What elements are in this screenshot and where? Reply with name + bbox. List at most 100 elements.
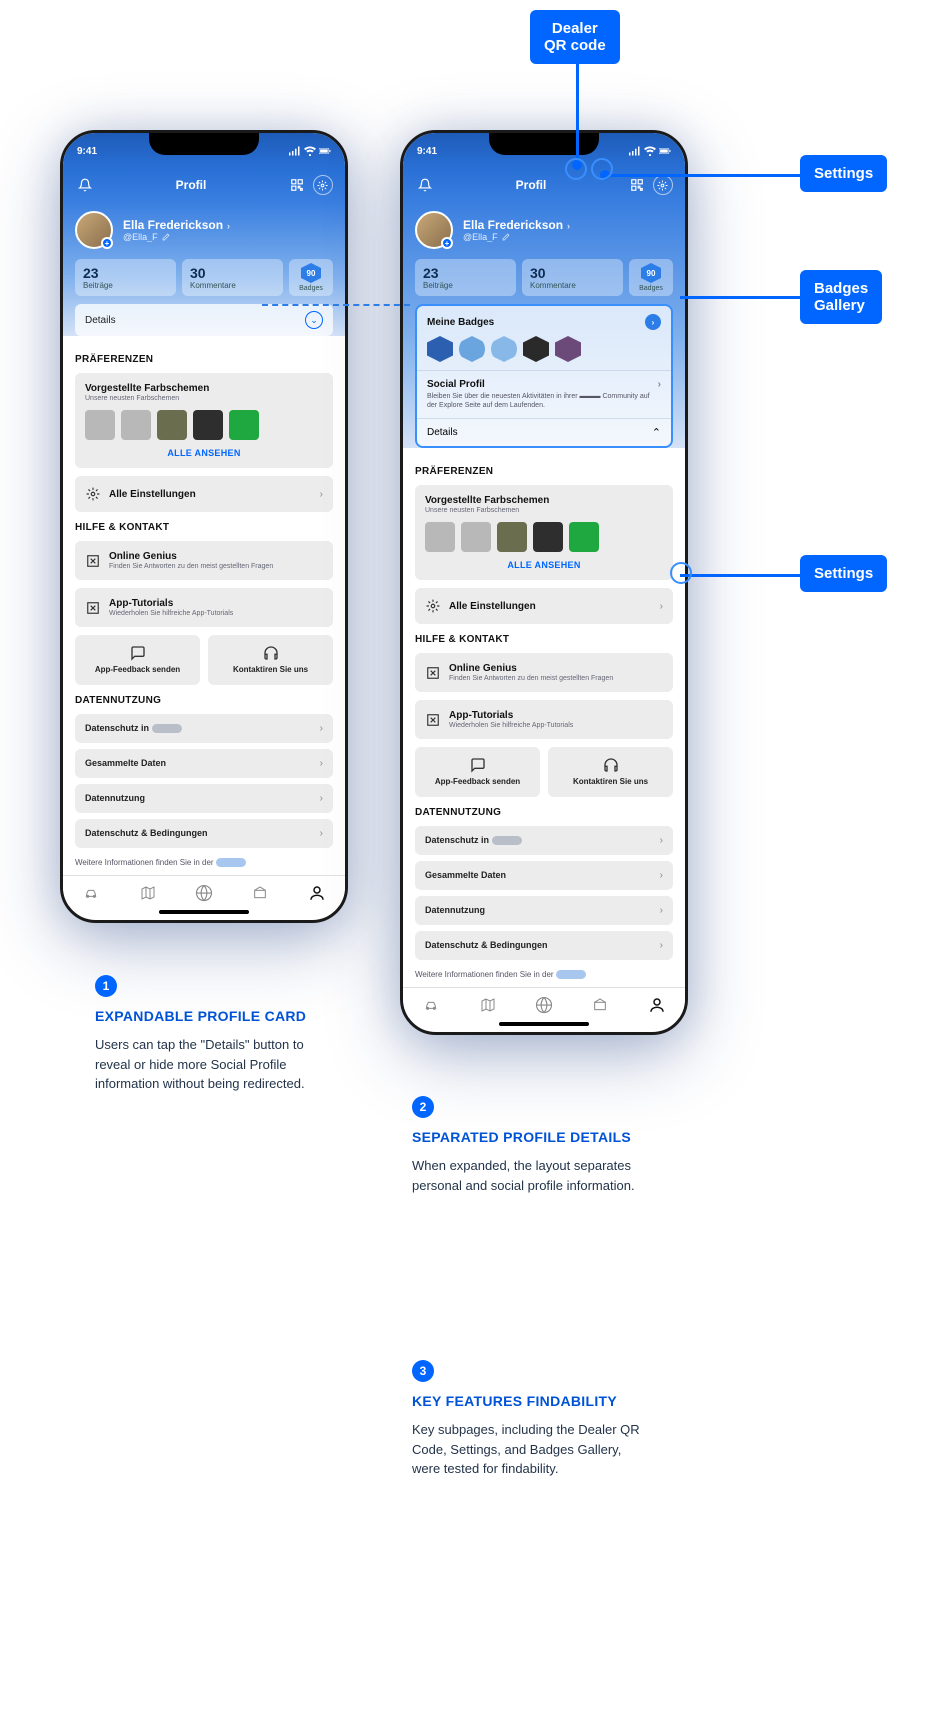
data-row[interactable]: Datenschutz in ›: [75, 714, 333, 743]
avatar-add-icon[interactable]: +: [441, 237, 453, 249]
stat-badges-lbl: Badges: [299, 285, 323, 292]
data-row[interactable]: Datenschutz & Bedingungen›: [75, 819, 333, 848]
tab-globe-icon[interactable]: [533, 996, 555, 1014]
swatch[interactable]: [461, 522, 491, 552]
chat-icon: [470, 757, 486, 773]
profile-name[interactable]: Ella Frederickson›: [463, 218, 570, 232]
bell-icon[interactable]: [75, 175, 95, 195]
profile-row[interactable]: + Ella Frederickson› @Ella_F: [75, 211, 333, 249]
badge-hex[interactable]: [555, 336, 581, 362]
social-profile-section[interactable]: Social Profil› Bleiben Sie über die neue…: [417, 371, 671, 419]
footer-info: Weitere Informationen finden Sie in der: [403, 970, 685, 987]
swatch[interactable]: [157, 410, 187, 440]
data-row[interactable]: Gesammelte Daten›: [415, 861, 673, 890]
stat-comments[interactable]: 30Kommentare: [522, 259, 623, 296]
annotation-title: EXPANDABLE PROFILE CARD: [95, 1007, 325, 1025]
swatch[interactable]: [497, 522, 527, 552]
feedback-card[interactable]: App-Feedback senden: [75, 635, 200, 685]
callout-settings2-text: Settings: [814, 565, 873, 582]
header-actions: [627, 175, 673, 195]
swatch[interactable]: [425, 522, 455, 552]
all-settings-row[interactable]: Alle Einstellungen ›: [415, 588, 673, 624]
details-toggle[interactable]: Details ⌄: [75, 304, 333, 336]
details-collapse[interactable]: Details ⌃: [417, 419, 671, 446]
swatch[interactable]: [85, 410, 115, 440]
tab-map-icon[interactable]: [477, 996, 499, 1014]
qr-icon[interactable]: [627, 175, 647, 195]
tab-profile-icon[interactable]: [306, 884, 328, 902]
bell-icon[interactable]: [415, 175, 435, 195]
tab-dealer-icon[interactable]: [589, 996, 611, 1014]
data-row[interactable]: Datennutzung›: [75, 784, 333, 813]
stat-badges[interactable]: 90Badges: [629, 259, 673, 296]
feedback-card[interactable]: App-Feedback senden: [415, 747, 540, 797]
avatar-add-icon[interactable]: +: [101, 237, 113, 249]
annotation-title: KEY FEATURES FINDABILITY: [412, 1392, 642, 1410]
tab-profile-icon[interactable]: [646, 996, 668, 1014]
gear-icon[interactable]: [313, 175, 333, 195]
data-row[interactable]: Datenschutz & Bedingungen›: [415, 931, 673, 960]
badges-section[interactable]: Meine Badges›: [417, 306, 671, 371]
header-actions: [287, 175, 333, 195]
gear-icon[interactable]: [653, 175, 673, 195]
expanded-profile-card: Meine Badges› Social Profil› Bleiben Sie…: [415, 304, 673, 448]
tutorials-row[interactable]: App-TutorialsWiederholen Sie hilfreiche …: [75, 588, 333, 627]
online-genius-row[interactable]: Online GeniusFinden Sie Antworten zu den…: [75, 541, 333, 580]
swatch[interactable]: [121, 410, 151, 440]
badge-circle[interactable]: [459, 336, 485, 362]
profile-name[interactable]: Ella Frederickson›: [123, 218, 230, 232]
home-indicator[interactable]: [499, 1022, 589, 1026]
chevron-right-icon: ›: [660, 940, 663, 951]
profile-block: + Ella Frederickson› @Ella_F 23Beiträge …: [63, 203, 345, 336]
stat-posts[interactable]: 23Beiträge: [415, 259, 516, 296]
stat-badges[interactable]: 90Badges: [289, 259, 333, 296]
header-title: Profil: [176, 178, 207, 192]
tab-globe-icon[interactable]: [193, 884, 215, 902]
data-row[interactable]: Datennutzung›: [415, 896, 673, 925]
all-settings-row[interactable]: Alle Einstellungen ›: [75, 476, 333, 512]
data-row[interactable]: Gesammelte Daten›: [75, 749, 333, 778]
tut-title: App-Tutorials: [109, 598, 323, 609]
profile-handle[interactable]: @Ella_F: [463, 232, 570, 242]
see-all-link[interactable]: ALLE ANSEHEN: [425, 552, 663, 570]
stat-posts-lbl: Beiträge: [423, 281, 508, 290]
help-heading: HILFE & KONTAKT: [75, 522, 333, 533]
badge-circle[interactable]: [491, 336, 517, 362]
section-help: HILFE & KONTAKT Online GeniusFinden Sie …: [63, 522, 345, 695]
color-sub: Unsere neusten Farbschemen: [85, 395, 323, 402]
swatch[interactable]: [569, 522, 599, 552]
stat-comments[interactable]: 30Kommentare: [182, 259, 283, 296]
tut-sub: Wiederholen Sie hilfreiche App-Tutorials: [449, 722, 663, 729]
badge-hex[interactable]: [523, 336, 549, 362]
swatch[interactable]: [193, 410, 223, 440]
contact-card[interactable]: Kontaktiren Sie uns: [548, 747, 673, 797]
see-all-link[interactable]: ALLE ANSEHEN: [85, 440, 323, 458]
avatar[interactable]: +: [415, 211, 453, 249]
qr-icon[interactable]: [287, 175, 307, 195]
online-genius-row[interactable]: Online GeniusFinden Sie Antworten zu den…: [415, 653, 673, 692]
chevron-right-icon: ›: [567, 221, 570, 231]
badge-hex[interactable]: [427, 336, 453, 362]
status-icons: [289, 146, 331, 156]
tab-car-icon[interactable]: [420, 996, 442, 1014]
stat-posts[interactable]: 23Beiträge: [75, 259, 176, 296]
tutorials-row[interactable]: App-TutorialsWiederholen Sie hilfreiche …: [415, 700, 673, 739]
avatar[interactable]: +: [75, 211, 113, 249]
tab-car-icon[interactable]: [80, 884, 102, 902]
contact-card[interactable]: Kontaktiren Sie uns: [208, 635, 333, 685]
tab-dealer-icon[interactable]: [249, 884, 271, 902]
annotation-body: Key subpages, including the Dealer QR Co…: [412, 1420, 642, 1479]
swatch[interactable]: [533, 522, 563, 552]
data-row-label: Datenschutz & Bedingungen: [85, 828, 208, 838]
profile-handle[interactable]: @Ella_F: [123, 232, 230, 242]
social-desc: Bleiben Sie über die neuesten Aktivitäte…: [427, 392, 661, 410]
tab-map-icon[interactable]: [137, 884, 159, 902]
callout-settings2: Settings: [800, 555, 887, 592]
data-row[interactable]: Datenschutz in ›: [415, 826, 673, 855]
profile-row[interactable]: + Ella Frederickson› @Ella_F: [415, 211, 673, 249]
home-indicator[interactable]: [159, 910, 249, 914]
swatch[interactable]: [229, 410, 259, 440]
gear-icon: [425, 598, 441, 614]
stats-row: 23Beiträge 30Kommentare 90Badges: [75, 259, 333, 296]
chevron-right-icon: ›: [320, 723, 323, 734]
